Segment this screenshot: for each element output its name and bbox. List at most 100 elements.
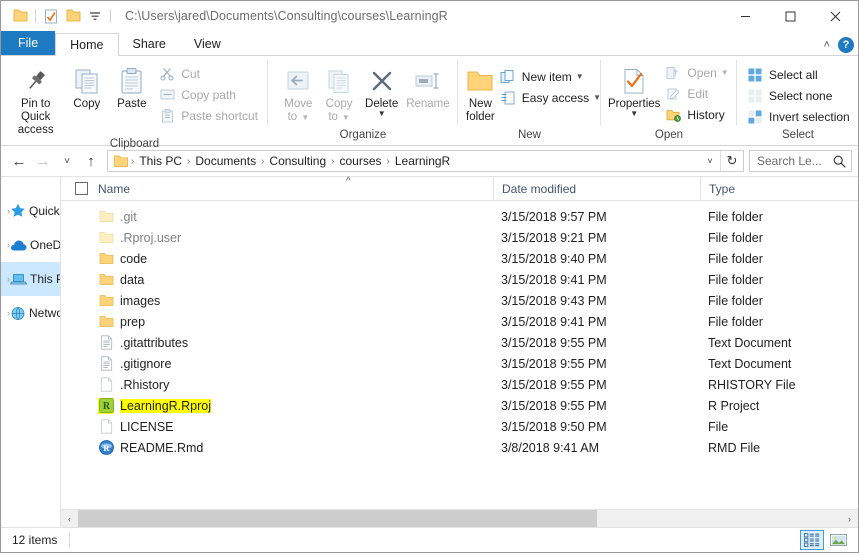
sidebar-item-quick-access[interactable]: › Quick access <box>1 194 60 228</box>
recent-locations-button[interactable]: ˅ <box>55 149 79 173</box>
properties-icon[interactable] <box>40 5 62 27</box>
file-name-cell[interactable]: images <box>61 293 493 309</box>
address-dropdown-icon[interactable]: ˅ <box>700 151 720 171</box>
table-row[interactable]: .gitattributes 3/15/2018 9:55 PM Text Do… <box>61 332 858 353</box>
new-folder-icon[interactable] <box>62 5 84 27</box>
table-row[interactable]: prep 3/15/2018 9:41 PM File folder <box>61 311 858 332</box>
file-list[interactable]: .git 3/15/2018 9:57 PM File folder .Rpro… <box>61 201 858 509</box>
sidebar-item-network[interactable]: › Network <box>1 296 60 330</box>
cut-button[interactable]: Cut <box>154 63 262 84</box>
copy-path-button[interactable]: Copy path <box>154 84 262 105</box>
paste-button[interactable]: Paste <box>109 60 154 111</box>
new-item-button[interactable]: New item ▼ <box>495 66 605 87</box>
column-header-name-label: Name <box>98 182 130 196</box>
select-all-checkbox[interactable] <box>75 182 88 195</box>
properties-dropdown-caret[interactable]: ▼ <box>630 111 638 117</box>
file-name-cell[interactable]: .Rhistory <box>61 377 493 393</box>
up-button[interactable]: ↑ <box>79 149 103 173</box>
table-row[interactable]: R LearningR.Rproj 3/15/2018 9:55 PM R Pr… <box>61 395 858 416</box>
sidebar-item-this-pc[interactable]: › This PC <box>1 262 60 296</box>
breadcrumb-consulting[interactable]: Consulting <box>265 154 330 168</box>
copy-button[interactable]: Copy <box>64 60 109 111</box>
table-row[interactable]: .git 3/15/2018 9:57 PM File folder <box>61 206 858 227</box>
forward-button[interactable]: → <box>31 149 55 173</box>
file-name-cell[interactable]: code <box>61 251 493 267</box>
delete-button[interactable]: Delete ▼ <box>359 60 403 117</box>
history-button[interactable]: History <box>660 104 732 125</box>
file-name-cell[interactable]: R README.Rmd <box>61 440 493 456</box>
table-row[interactable]: data 3/15/2018 9:41 PM File folder <box>61 269 858 290</box>
column-header-date-modified[interactable]: Date modified <box>493 177 700 200</box>
open-button[interactable]: Open ▼ <box>660 62 732 83</box>
column-header-type[interactable]: Type <box>700 177 858 200</box>
table-row[interactable]: .Rhistory 3/15/2018 9:55 PM RHISTORY Fil… <box>61 374 858 395</box>
table-row[interactable]: R README.Rmd 3/8/2018 9:41 AM RMD File <box>61 437 858 458</box>
file-name-cell[interactable]: R LearningR.Rproj <box>61 398 493 414</box>
table-row[interactable]: .Rproj.user 3/15/2018 9:21 PM File folde… <box>61 227 858 248</box>
customize-qat-icon[interactable] <box>84 5 106 27</box>
tab-home[interactable]: Home <box>55 33 118 56</box>
easy-access-icon <box>499 90 517 106</box>
select-all-button[interactable]: Select all <box>742 64 854 85</box>
file-name-cell[interactable]: .gitignore <box>61 356 493 372</box>
file-name-cell[interactable]: .git <box>61 209 493 225</box>
back-button[interactable]: ← <box>7 149 31 173</box>
file-name-cell[interactable]: .gitattributes <box>61 335 493 351</box>
properties-button[interactable]: Properties ▼ <box>608 60 660 117</box>
maximize-button[interactable] <box>768 1 813 31</box>
file-name-cell[interactable]: prep <box>61 314 493 330</box>
breadcrumb-documents[interactable]: Documents <box>191 154 260 168</box>
horizontal-scrollbar[interactable]: ‹ › <box>61 509 858 527</box>
file-name-cell[interactable]: data <box>61 272 493 288</box>
sidebar-item-onedrive[interactable]: › OneDrive <box>1 228 60 262</box>
file-date-cell: 3/15/2018 9:43 PM <box>493 294 700 308</box>
scroll-left-button[interactable]: ‹ <box>61 510 78 527</box>
tab-view[interactable]: View <box>180 32 235 55</box>
table-row[interactable]: images 3/15/2018 9:43 PM File folder <box>61 290 858 311</box>
copy-to-button[interactable]: Copy to▼ <box>319 60 360 124</box>
item-count-label: 12 items <box>12 533 57 547</box>
paste-shortcut-icon <box>158 108 176 124</box>
breadcrumb-learningr[interactable]: LearningR <box>391 154 454 168</box>
search-icon[interactable] <box>833 155 846 168</box>
file-type-cell: RMD File <box>700 441 858 455</box>
scroll-right-button[interactable]: › <box>841 510 858 527</box>
paste-shortcut-button[interactable]: Paste shortcut <box>154 105 262 126</box>
table-row[interactable]: code 3/15/2018 9:40 PM File folder <box>61 248 858 269</box>
file-name-cell[interactable]: .Rproj.user <box>61 230 493 246</box>
table-row[interactable]: LICENSE 3/15/2018 9:50 PM File <box>61 416 858 437</box>
move-to-button[interactable]: Move to▼ <box>278 60 319 124</box>
column-header-name[interactable]: Name <box>61 177 493 200</box>
delete-dropdown-caret[interactable]: ▼ <box>378 111 386 117</box>
large-icons-view-button[interactable] <box>826 530 850 550</box>
folder-icon[interactable] <box>9 5 31 27</box>
scrollbar-thumb[interactable] <box>78 510 597 527</box>
table-row[interactable]: .gitignore 3/15/2018 9:55 PM Text Docume… <box>61 353 858 374</box>
edit-button[interactable]: Edit <box>660 83 732 104</box>
search-box[interactable] <box>749 150 852 172</box>
select-small-buttons: Select all Select none Invert selection <box>742 60 854 127</box>
close-button[interactable] <box>813 1 858 31</box>
help-icon[interactable]: ? <box>838 37 854 53</box>
cloud-icon <box>10 239 27 252</box>
new-folder-button[interactable]: New folder <box>466 60 495 124</box>
tab-share[interactable]: Share <box>119 32 180 55</box>
scrollbar-track[interactable] <box>78 510 841 527</box>
file-name-label: code <box>120 252 147 266</box>
search-input[interactable] <box>755 153 833 169</box>
collapse-ribbon-icon[interactable]: ˄ <box>824 39 830 51</box>
pin-to-quick-access-button[interactable]: Pin to Quick access <box>7 60 64 137</box>
file-name-cell[interactable]: LICENSE <box>61 419 493 435</box>
address-field[interactable]: › This PC › Documents › Consulting › cou… <box>107 150 744 172</box>
details-view-button[interactable] <box>800 530 824 550</box>
breadcrumb-courses[interactable]: courses <box>335 154 385 168</box>
invert-selection-button[interactable]: Invert selection <box>742 106 854 127</box>
minimize-button[interactable] <box>723 1 768 31</box>
select-none-button[interactable]: Select none <box>742 85 854 106</box>
refresh-icon[interactable]: ↻ <box>720 151 743 171</box>
breadcrumb-this-pc[interactable]: This PC <box>135 154 186 168</box>
rename-button[interactable]: Rename <box>404 60 452 111</box>
easy-access-button[interactable]: Easy access ▼ <box>495 87 605 108</box>
tab-file[interactable]: File <box>1 31 55 55</box>
folder-icon <box>98 272 114 288</box>
